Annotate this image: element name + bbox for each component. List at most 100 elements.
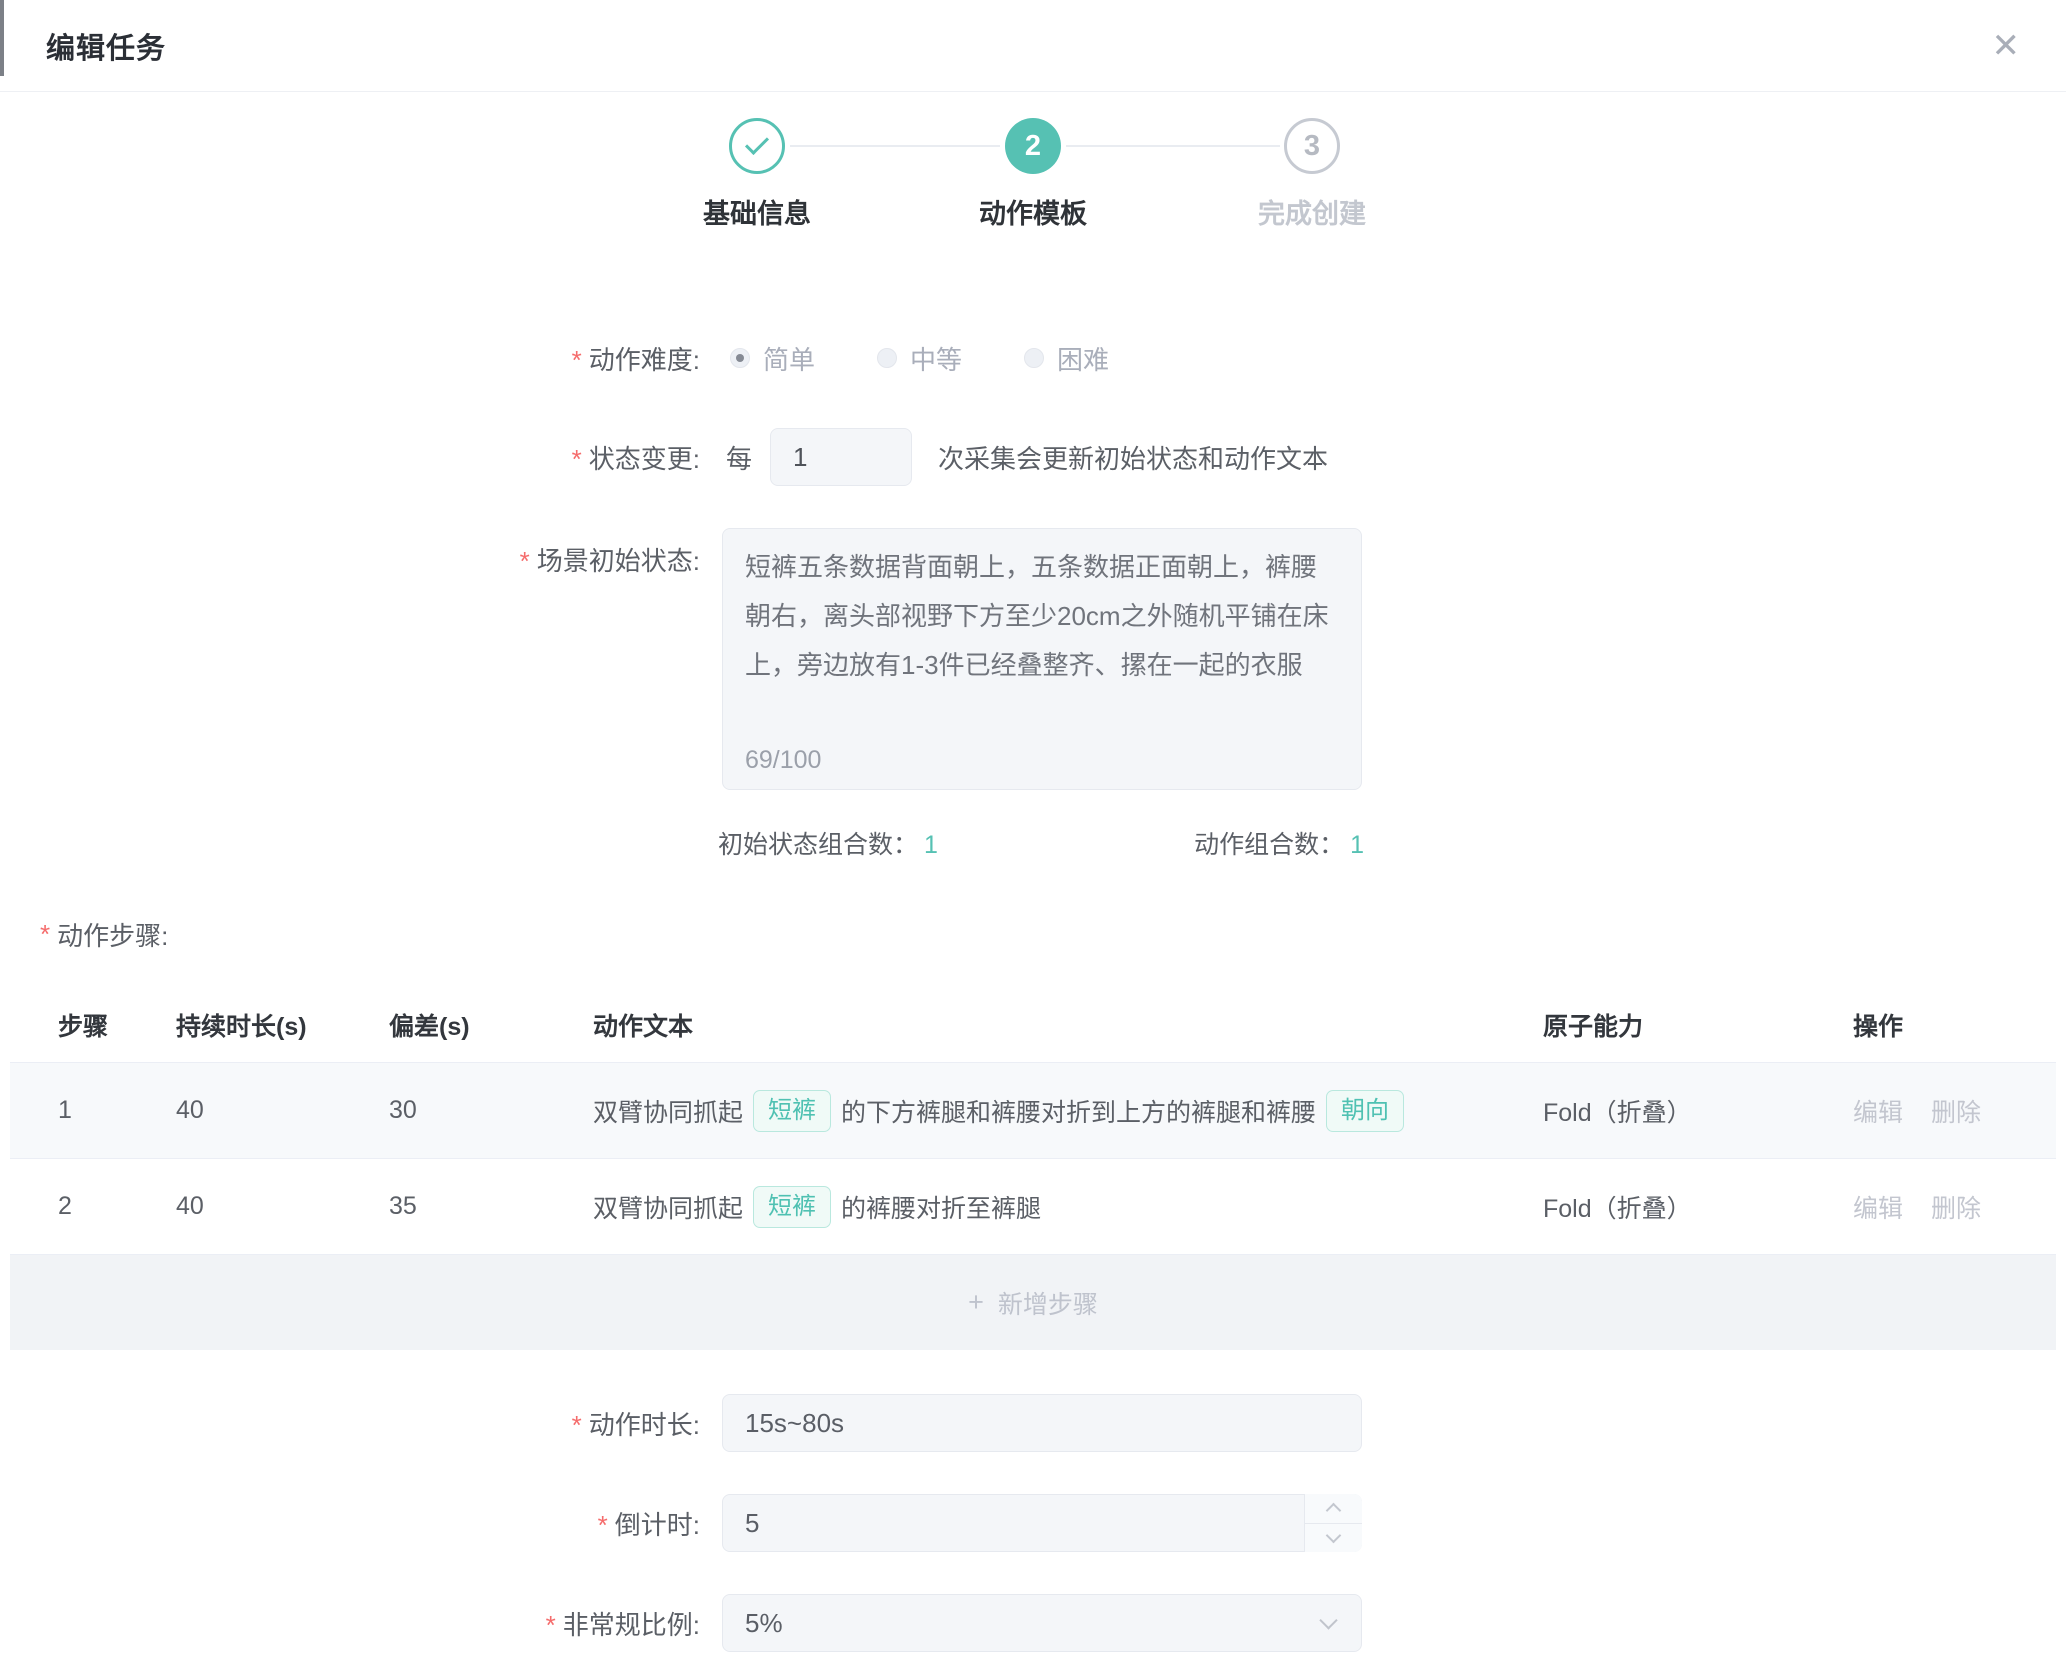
duration-row: *动作时长: 15s~80s — [0, 1394, 2066, 1452]
dialog-header: 编辑任务 ✕ — [0, 0, 2066, 92]
chevron-up-icon — [1326, 1503, 1342, 1519]
required-asterisk: * — [572, 1410, 582, 1440]
backdrop-edge — [0, 0, 4, 76]
difficulty-row: *动作难度: 简单 中等 困难 — [0, 336, 2066, 380]
steps-table-body: 14030双臂协同抓起短裤的下方裤腿和裤腰对折到上方的裤腿和裤腰朝向Fold（折… — [10, 1063, 2056, 1255]
chevron-down-icon — [1326, 1527, 1342, 1543]
cell-ability: Fold（折叠） — [1543, 1189, 1853, 1225]
cell-actions: 编辑删除 — [1853, 1189, 2040, 1225]
cell-action-text: 双臂协同抓起短裤的下方裤腿和裤腰对折到上方的裤腿和裤腰朝向 — [593, 1090, 1543, 1132]
action-steps-label: *动作步骤: — [40, 916, 2066, 952]
countdown-value: 5 — [745, 1508, 759, 1539]
add-step-button[interactable]: + 新增步骤 — [10, 1255, 2056, 1350]
cell-duration: 40 — [176, 1096, 389, 1125]
countdown-label: *倒计时: — [0, 1505, 700, 1542]
radio-circle-icon — [877, 348, 897, 368]
countdown-input[interactable]: 5 — [722, 1494, 1362, 1552]
required-asterisk: * — [546, 1610, 556, 1640]
action-text-tag: 短裤 — [753, 1186, 831, 1228]
action-text: 双臂协同抓起 — [593, 1093, 743, 1129]
action-text: 的裤腰对折至裤腿 — [841, 1189, 1041, 1225]
initial-state-value: 短裤五条数据背面朝上，五条数据正面朝上，裤腰朝右，离头部视野下方至少20cm之外… — [745, 543, 1339, 690]
required-asterisk: * — [598, 1510, 608, 1540]
steps-table: 步骤持续时长(s)偏差(s)动作文本原子能力操作 14030双臂协同抓起短裤的下… — [10, 988, 2056, 1350]
state-change-row: *状态变更: 每 1 次采集会更新初始状态和动作文本 — [0, 428, 2066, 486]
step-connector — [790, 145, 1000, 147]
step-1-circle — [729, 118, 785, 174]
step-2-circle: 2 — [1005, 118, 1061, 174]
state-change-suffix: 次采集会更新初始状态和动作文本 — [938, 439, 1328, 476]
table-header-1: 持续时长(s) — [176, 1007, 389, 1043]
initial-state-label: *场景初始状态: — [0, 528, 700, 578]
difficulty-radio-group: 简单 中等 困难 — [730, 340, 1171, 377]
table-header-4: 原子能力 — [1543, 1007, 1853, 1043]
action-text-tag: 短裤 — [753, 1090, 831, 1132]
delete-link[interactable]: 删除 — [1931, 1195, 1981, 1223]
initial-state-row: *场景初始状态: 短裤五条数据背面朝上，五条数据正面朝上，裤腰朝右，离头部视野下… — [0, 528, 2066, 790]
char-counter: 69/100 — [745, 746, 821, 775]
state-change-prefix: 每 — [726, 439, 752, 476]
step-connector — [1066, 145, 1280, 147]
cell-action-text: 双臂协同抓起短裤的裤腰对折至裤腿 — [593, 1186, 1543, 1228]
required-asterisk: * — [572, 444, 582, 474]
cell-duration: 40 — [176, 1192, 389, 1221]
delete-link[interactable]: 删除 — [1931, 1099, 1981, 1127]
radio-circle-icon — [1024, 348, 1044, 368]
cell-deviation: 30 — [389, 1096, 593, 1125]
radio-label: 简单 — [763, 340, 815, 377]
page-title: 编辑任务 — [46, 25, 166, 67]
table-header-2: 偏差(s) — [389, 1007, 593, 1043]
unusual-ratio-value: 5% — [745, 1608, 783, 1639]
required-asterisk: * — [520, 546, 530, 576]
cell-step: 2 — [58, 1192, 176, 1221]
plus-icon: + — [968, 1287, 984, 1318]
required-asterisk: * — [40, 919, 50, 950]
countdown-row: *倒计时: 5 — [0, 1494, 2066, 1552]
increment-button[interactable] — [1305, 1494, 1362, 1524]
action-combos-value: 1 — [1350, 831, 1364, 859]
add-step-label: 新增步骤 — [998, 1285, 1098, 1321]
unusual-ratio-label: *非常规比例: — [0, 1605, 700, 1642]
unusual-ratio-select[interactable]: 5% — [722, 1594, 1362, 1652]
radio-label: 中等 — [910, 340, 962, 377]
table-header-5: 操作 — [1853, 1007, 2040, 1043]
table-row: 24035双臂协同抓起短裤的裤腰对折至裤腿Fold（折叠）编辑删除 — [10, 1159, 2056, 1255]
countdown-spinner — [1304, 1494, 1362, 1552]
cell-step: 1 — [58, 1096, 176, 1125]
decrement-button[interactable] — [1305, 1524, 1362, 1553]
action-text-tag: 朝向 — [1326, 1090, 1404, 1132]
radio-label: 困难 — [1057, 340, 1109, 377]
step-3-label: 完成创建 — [1258, 192, 1366, 231]
action-combos: 动作组合数：1 — [1194, 825, 1364, 861]
unusual-ratio-row: *非常规比例: 5% — [0, 1594, 2066, 1652]
initial-state-textarea[interactable]: 短裤五条数据背面朝上，五条数据正面朝上，裤腰朝右，离头部视野下方至少20cm之外… — [722, 528, 1362, 790]
stepper: 2 3 基础信息 动作模板 完成创建 — [0, 92, 2066, 244]
step-1-label: 基础信息 — [703, 192, 811, 231]
table-header-0: 步骤 — [58, 1007, 176, 1043]
required-asterisk: * — [572, 345, 582, 375]
cell-ability: Fold（折叠） — [1543, 1093, 1853, 1129]
difficulty-radio-1[interactable]: 中等 — [877, 340, 962, 377]
difficulty-radio-0[interactable]: 简单 — [730, 340, 815, 377]
close-icon[interactable]: ✕ — [1992, 29, 2021, 63]
difficulty-label: *动作难度: — [0, 340, 700, 377]
chevron-down-icon — [1319, 1611, 1337, 1629]
steps-table-header: 步骤持续时长(s)偏差(s)动作文本原子能力操作 — [10, 988, 2056, 1063]
cell-actions: 编辑删除 — [1853, 1093, 2040, 1129]
combination-counts: 初始状态组合数：1 动作组合数：1 — [718, 826, 1364, 860]
difficulty-radio-2[interactable]: 困难 — [1024, 340, 1109, 377]
radio-circle-icon — [730, 348, 750, 368]
state-change-input[interactable]: 1 — [770, 428, 912, 486]
cell-deviation: 35 — [389, 1192, 593, 1221]
edit-link[interactable]: 编辑 — [1853, 1195, 1903, 1223]
table-row: 14030双臂协同抓起短裤的下方裤腿和裤腰对折到上方的裤腿和裤腰朝向Fold（折… — [10, 1063, 2056, 1159]
duration-input[interactable]: 15s~80s — [722, 1394, 1362, 1452]
duration-label: *动作时长: — [0, 1405, 700, 1442]
initial-state-combos-value: 1 — [924, 831, 938, 859]
action-text: 双臂协同抓起 — [593, 1189, 743, 1225]
step-3-circle: 3 — [1284, 118, 1340, 174]
edit-link[interactable]: 编辑 — [1853, 1099, 1903, 1127]
step-2-label: 动作模板 — [979, 192, 1087, 231]
initial-state-combos: 初始状态组合数：1 — [718, 825, 938, 861]
table-header-3: 动作文本 — [593, 1007, 1543, 1043]
